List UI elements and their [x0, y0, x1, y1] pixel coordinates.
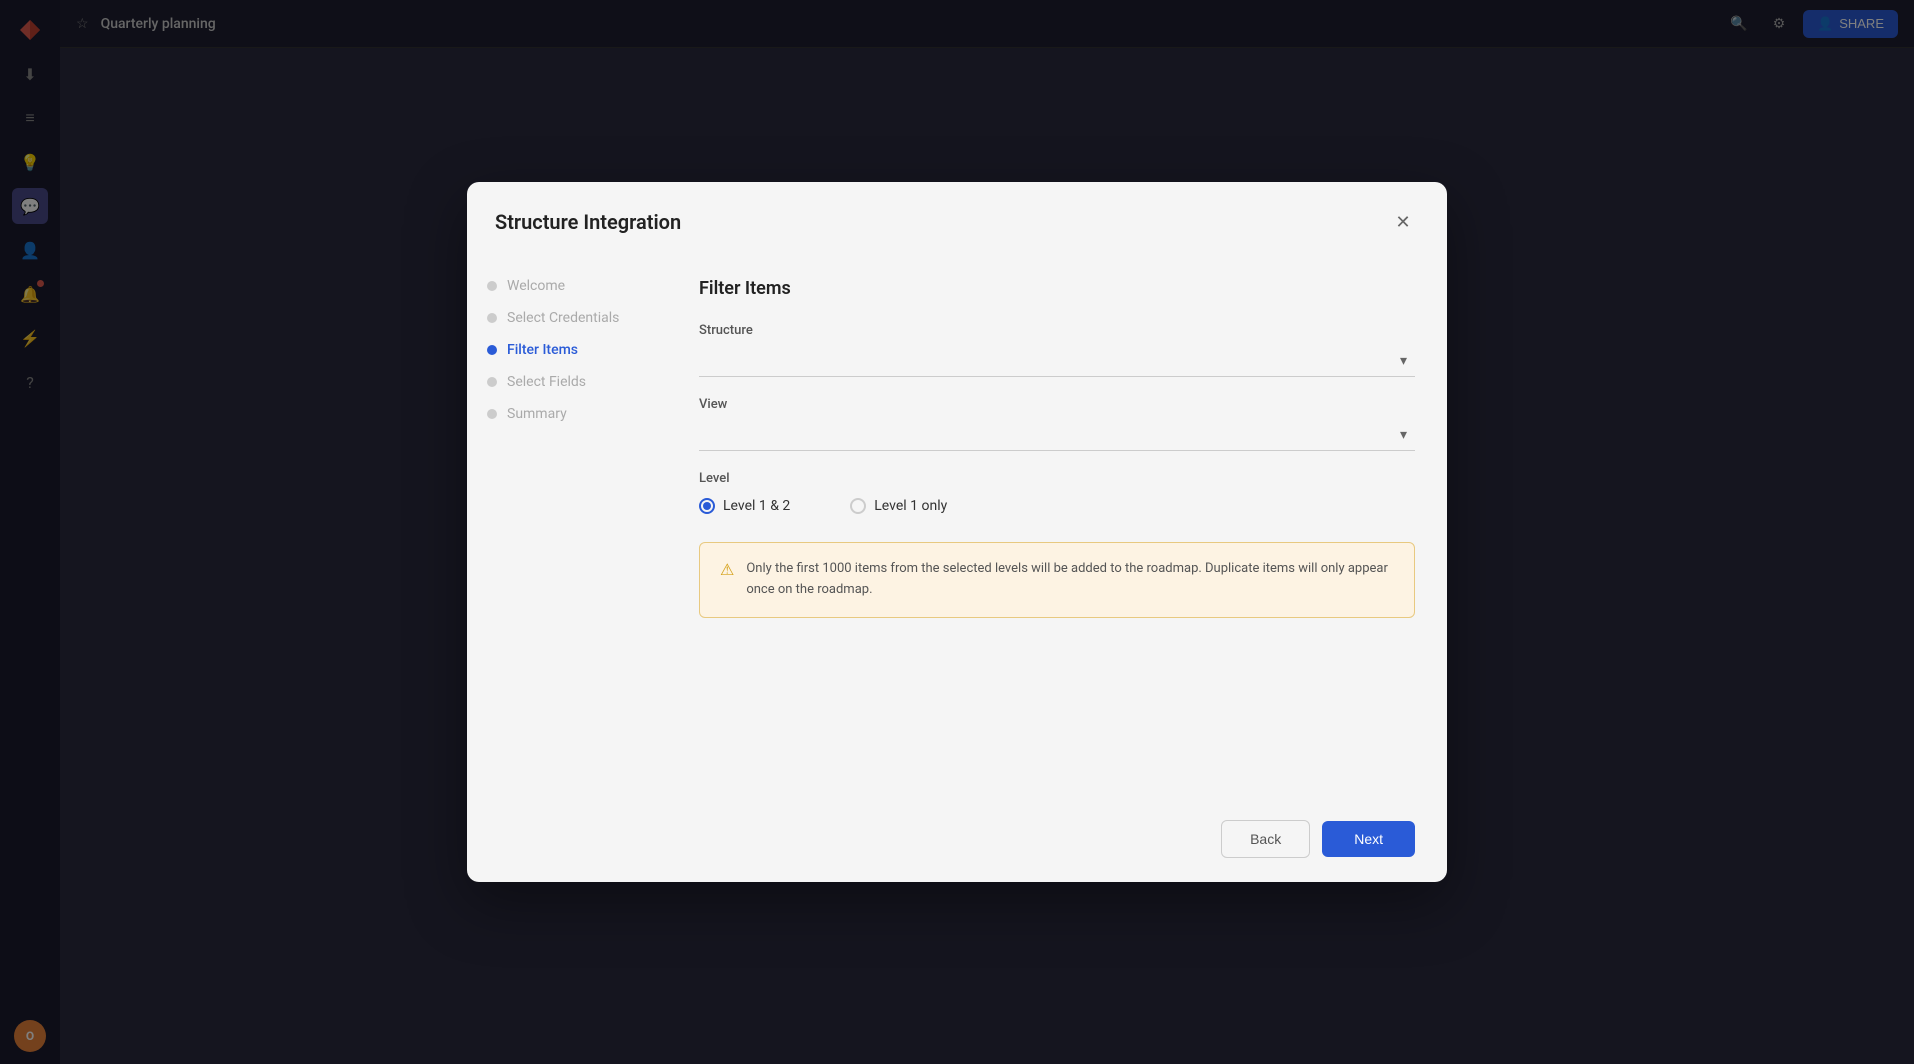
modal-dialog: Structure Integration ✕ Welcome Select C…	[467, 182, 1447, 882]
warning-icon: ⚠	[720, 560, 734, 601]
back-button[interactable]: Back	[1221, 820, 1310, 858]
warning-box: ⚠ Only the first 1000 items from the sel…	[699, 542, 1415, 618]
step-welcome[interactable]: Welcome	[487, 278, 647, 294]
view-select[interactable]	[699, 418, 1415, 451]
step-dot-welcome	[487, 281, 497, 291]
level-label: Level	[699, 471, 1415, 486]
structure-select-wrapper	[699, 344, 1415, 377]
modal-title: Structure Integration	[495, 210, 681, 234]
step-dot-fields	[487, 377, 497, 387]
level-1-only-option[interactable]: Level 1 only	[850, 498, 947, 514]
structure-label: Structure	[699, 323, 1415, 338]
step-dot-filter	[487, 345, 497, 355]
view-field: View	[699, 397, 1415, 451]
step-filter-items[interactable]: Filter Items	[487, 342, 647, 358]
step-select-fields[interactable]: Select Fields	[487, 374, 647, 390]
view-label: View	[699, 397, 1415, 412]
close-button[interactable]: ✕	[1387, 206, 1419, 238]
modal-footer: Back Next	[467, 804, 1447, 882]
modal-header: Structure Integration ✕	[467, 182, 1447, 254]
structure-select[interactable]	[699, 344, 1415, 377]
next-button[interactable]: Next	[1322, 821, 1415, 857]
step-dot-summary	[487, 409, 497, 419]
structure-field: Structure	[699, 323, 1415, 377]
step-credentials[interactable]: Select Credentials	[487, 310, 647, 326]
warning-text: Only the first 1000 items from the selec…	[746, 559, 1394, 601]
modal-body: Welcome Select Credentials Filter Items …	[467, 254, 1447, 804]
level-1-only-radio[interactable]	[850, 498, 866, 514]
main-panel: Filter Items Structure View	[667, 254, 1447, 804]
modal-overlay: Structure Integration ✕ Welcome Select C…	[0, 0, 1914, 1064]
step-summary[interactable]: Summary	[487, 406, 647, 422]
level-1-2-label: Level 1 & 2	[723, 498, 790, 514]
panel-title: Filter Items	[699, 278, 1415, 299]
steps-sidebar: Welcome Select Credentials Filter Items …	[467, 254, 667, 804]
level-options: Level 1 & 2 Level 1 only	[699, 498, 1415, 514]
level-1-only-label: Level 1 only	[874, 498, 947, 514]
step-dot-credentials	[487, 313, 497, 323]
level-1-2-option[interactable]: Level 1 & 2	[699, 498, 790, 514]
level-section: Level Level 1 & 2 Level 1 only	[699, 471, 1415, 514]
view-select-wrapper	[699, 418, 1415, 451]
level-1-2-radio[interactable]	[699, 498, 715, 514]
